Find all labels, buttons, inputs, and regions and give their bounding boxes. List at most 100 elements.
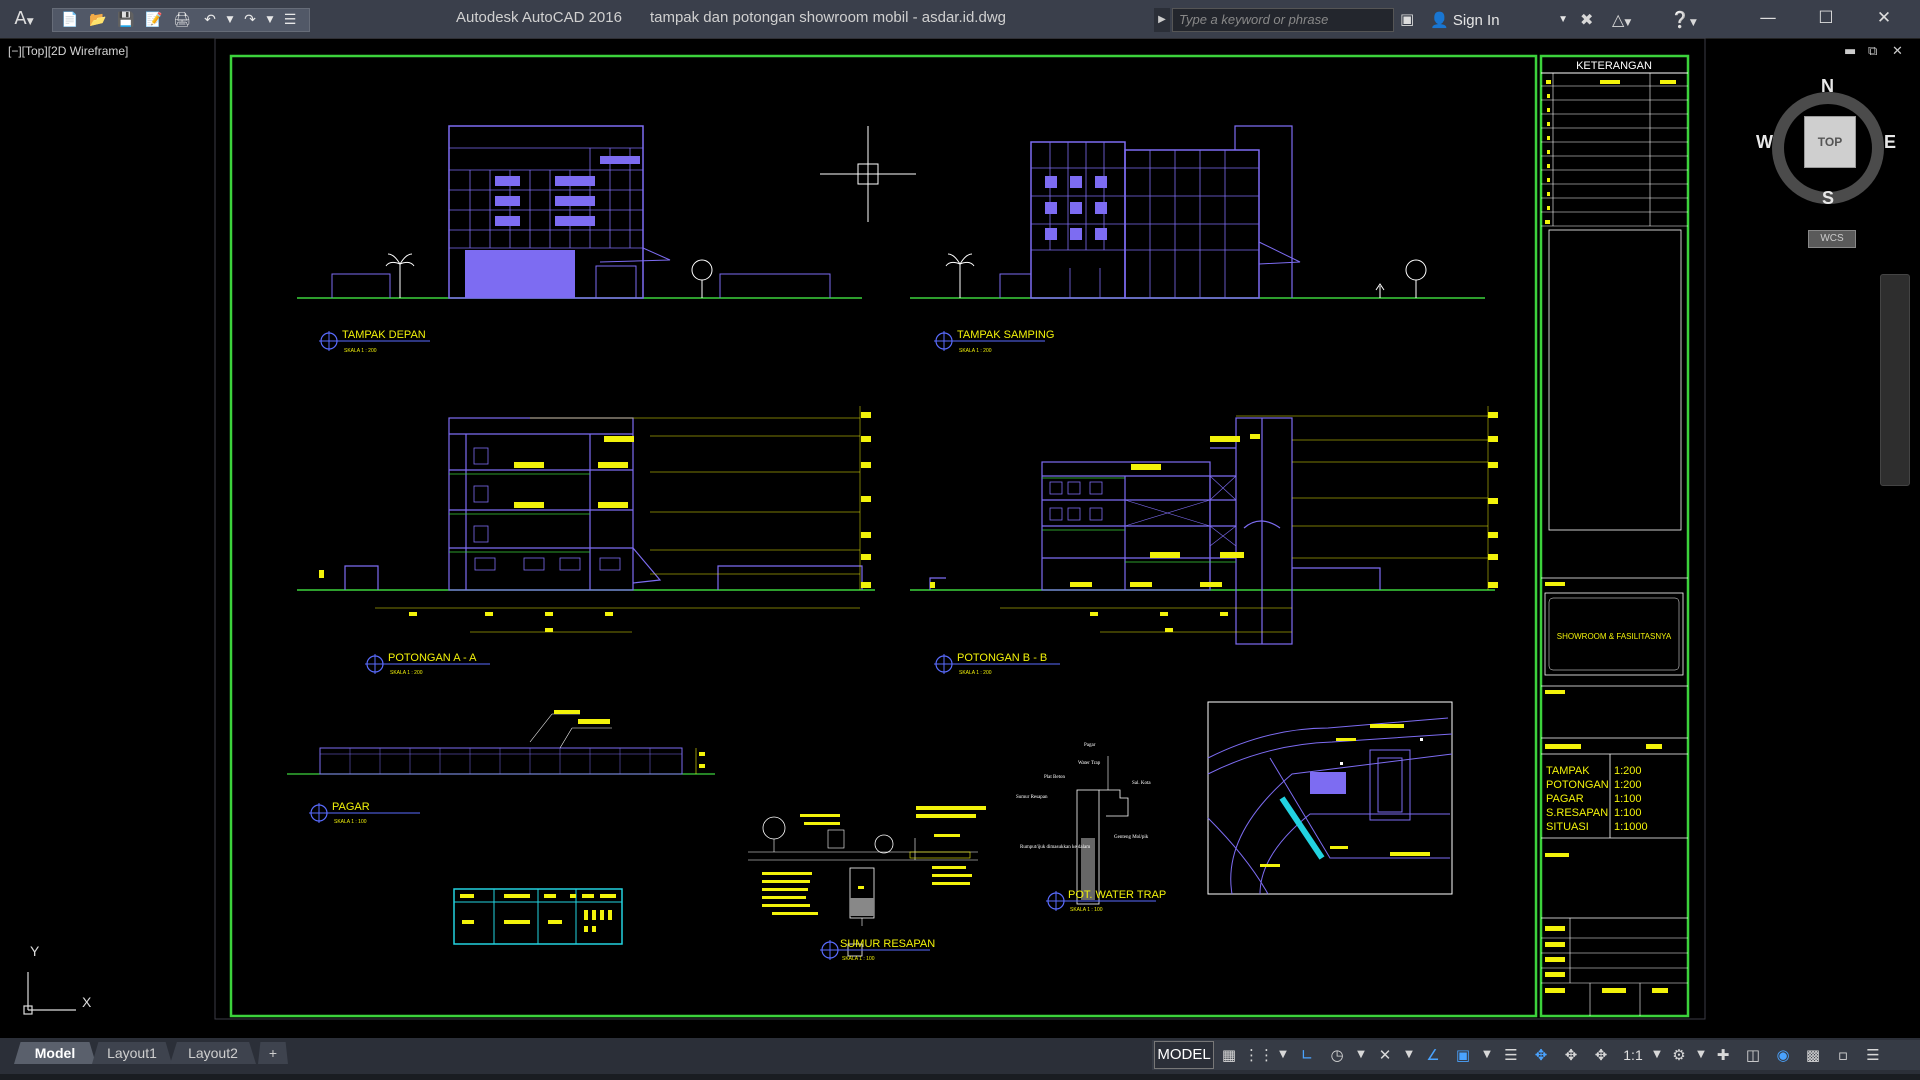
chevron-down-icon[interactable]: ▼ [1650, 1042, 1664, 1068]
scale-list-value: 1:200 [1614, 765, 1642, 777]
sign-in-button[interactable]: 👤 Sign In ▼ [1430, 8, 1572, 32]
add-layout-button[interactable]: + [258, 1042, 288, 1064]
lock-ui-icon[interactable]: ▩ [1798, 1042, 1828, 1068]
scale-list-name: POTONGAN [1546, 779, 1609, 791]
compass-east[interactable]: E [1884, 132, 1896, 153]
chevron-down-icon[interactable]: ▼ [1352, 1042, 1370, 1068]
section-a-a [297, 406, 875, 633]
window-title: Autodesk AutoCAD 2016 tampak dan potongan… [456, 9, 1006, 26]
scale-list-name: PAGAR [1546, 793, 1584, 805]
view-label-tampak-depan: TAMPAK DEPAN SKALA 1 : 200 [319, 329, 430, 354]
view-scale: SKALA 1 : 200 [959, 348, 992, 354]
view-title: SUMUR RESAPAN [840, 938, 935, 950]
title-block-frame [1539, 54, 1690, 1018]
section-b-b [910, 406, 1498, 645]
annotation-visibility-icon[interactable]: ✥ [1556, 1042, 1586, 1068]
save-icon[interactable]: 💾 [113, 10, 139, 30]
callout-label: Sal. Kota [1132, 781, 1151, 786]
view-scale: SKALA 1 : 100 [842, 956, 875, 962]
snap-icon[interactable]: ⋮⋮ [1244, 1042, 1274, 1068]
viewcube[interactable]: TOP N S E W [1756, 76, 1900, 220]
scale-list-value: 1:1000 [1614, 821, 1648, 833]
open-folder-icon[interactable]: 📂 [85, 10, 111, 30]
scale-list-value: 1:100 [1614, 807, 1642, 819]
undo-icon[interactable]: ↶ [197, 10, 223, 30]
view-scale: SKALA 1 : 100 [334, 819, 367, 825]
scale-list: TAMPAK 1:200 POTONGAN 1:200 PAGAR 1:100 S.RESA… [1546, 765, 1648, 833]
polar-tracking-icon[interactable]: ◷ [1322, 1042, 1352, 1068]
a360-icon[interactable]: △▼ [1612, 8, 1631, 32]
taskbar-strip [0, 1074, 1920, 1080]
quick-properties-icon[interactable]: ◉ [1768, 1042, 1798, 1068]
search-expand-icon[interactable]: ▶ [1154, 8, 1170, 32]
dropdown-arrow-icon[interactable]: ▼ [265, 10, 275, 30]
new-file-icon[interactable]: 📄 [57, 10, 83, 30]
view-scale: SKALA 1 : 200 [344, 348, 377, 354]
view-label-sumur-resapan: SUMUR RESAPAN SKALA 1 : 100 [820, 938, 935, 962]
object-snap-tracking-icon[interactable]: ∠ [1418, 1042, 1448, 1068]
scale-list-name: S.RESAPAN [1546, 807, 1608, 819]
chevron-down-icon[interactable]: ▼ [1478, 1042, 1496, 1068]
application-menu-button[interactable]: A▼ [6, 6, 42, 32]
cad-drawing-canvas[interactable]: KETERANGAN SHOWROOM & FASILITASNYA TAMPA… [0, 38, 1920, 1038]
isolate-objects-icon[interactable]: ▫ [1828, 1042, 1858, 1068]
close-button[interactable]: ✕ [1858, 4, 1910, 32]
customize-qat-icon[interactable]: ☰ [277, 10, 303, 30]
object-snap-icon[interactable]: ▣ [1448, 1042, 1478, 1068]
tab-layout1[interactable]: Layout1 [92, 1042, 172, 1064]
view-label-water-trap: POT. WATER TRAP SKALA 1 : 100 [1046, 889, 1166, 913]
model-space-button[interactable]: MODEL [1154, 1041, 1214, 1069]
help-icon[interactable]: ❔▼ [1670, 8, 1697, 32]
annotation-scale[interactable]: 1:1 [1616, 1047, 1650, 1063]
tab-layout2[interactable]: Layout2 [170, 1042, 256, 1064]
wcs-menu-button[interactable]: WCS [1808, 230, 1856, 248]
minimize-button[interactable]: — [1742, 4, 1794, 32]
search-input[interactable]: Type a keyword or phrase [1172, 8, 1394, 32]
compass-north[interactable]: N [1821, 76, 1834, 97]
workspace-gear-icon[interactable]: ⚙ [1664, 1042, 1694, 1068]
scale-list-value: 1:100 [1614, 793, 1642, 805]
lineweight-icon[interactable]: ☰ [1496, 1042, 1526, 1068]
print-icon[interactable]: 🖨 [169, 10, 195, 30]
annotation-plus-icon[interactable]: ✚ [1708, 1042, 1738, 1068]
tab-model[interactable]: Model [14, 1042, 96, 1064]
view-title: POT. WATER TRAP [1068, 889, 1166, 901]
redo-icon[interactable]: ↷ [237, 10, 263, 30]
chevron-down-icon[interactable]: ▼ [1274, 1042, 1292, 1068]
schedule-table [453, 888, 623, 945]
user-icon: 👤 [1430, 11, 1449, 29]
ucs-x-label: X [82, 994, 92, 1010]
grid-icon[interactable]: ▦ [1214, 1042, 1244, 1068]
callout-label: Genteng Mol/pik [1114, 835, 1149, 840]
view-scale: SKALA 1 : 200 [390, 670, 423, 676]
chevron-down-icon[interactable]: ▼ [1400, 1042, 1418, 1068]
ortho-icon[interactable]: ∟ [1292, 1042, 1322, 1068]
view-scale: SKALA 1 : 100 [1070, 907, 1103, 913]
scale-list-value: 1:200 [1614, 779, 1642, 791]
side-elevation [910, 125, 1485, 299]
auto-scale-icon[interactable]: ✥ [1586, 1042, 1616, 1068]
compass-south[interactable]: S [1822, 188, 1834, 209]
navigation-bar[interactable] [1880, 274, 1910, 486]
callout-label: Rumput/ijuk dimasukkan ke dalam [1020, 845, 1090, 850]
units-icon[interactable]: ◫ [1738, 1042, 1768, 1068]
viewcube-top-face[interactable]: TOP [1804, 116, 1856, 168]
view-label-potongan-b-b: POTONGAN B - B SKALA 1 : 200 [934, 652, 1060, 676]
exchange-apps-icon[interactable]: ✖ [1580, 8, 1593, 32]
quick-access-toolbar: 📄 📂 💾 📝 🖨 ↶ ▼ ↷ ▼ ☰ [52, 8, 310, 32]
maximize-button[interactable]: ☐ [1800, 4, 1852, 32]
customization-icon[interactable]: ☰ [1858, 1042, 1888, 1068]
app-title: Autodesk AutoCAD 2016 [456, 9, 622, 26]
save-as-icon[interactable]: 📝 [141, 10, 167, 30]
callout-label: Sumur Resapan [1016, 795, 1048, 800]
isometric-drafting-icon[interactable]: ✕ [1370, 1042, 1400, 1068]
compass-west[interactable]: W [1756, 132, 1773, 153]
view-title: TAMPAK SAMPING [957, 329, 1054, 341]
water-trap-detail: Pagar Water Trap Plat Beton Sal. Kota Su… [1016, 743, 1151, 905]
chevron-down-icon[interactable]: ▼ [1694, 1042, 1708, 1068]
title-block: KETERANGAN SHOWROOM & FASILITASNYA TAMPA… [1541, 60, 1688, 1016]
annotation-monitor-icon[interactable]: ✥ [1526, 1042, 1556, 1068]
binoculars-icon[interactable]: ▣ [1400, 10, 1414, 28]
scale-list-name: TAMPAK [1546, 765, 1590, 777]
dropdown-arrow-icon[interactable]: ▼ [225, 10, 235, 30]
